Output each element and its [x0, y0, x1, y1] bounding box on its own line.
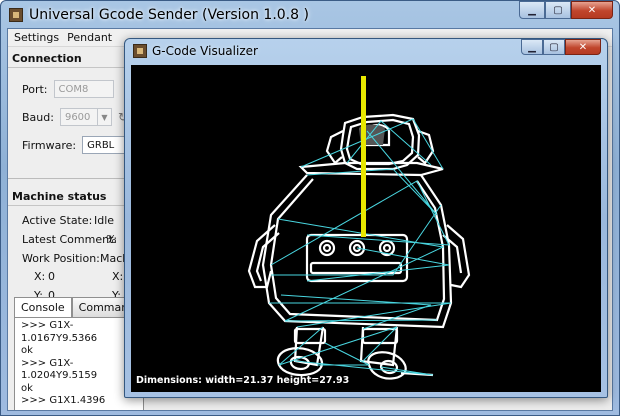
chevron-down-icon: ▼ — [96, 109, 111, 125]
app-icon — [9, 8, 23, 22]
latest-comment-value: % — [106, 233, 117, 246]
latest-comment-label: Latest Comment: — [22, 233, 118, 246]
active-state-value: Idle — [94, 214, 115, 227]
divider — [8, 205, 130, 206]
baud-value: 9600 — [64, 111, 91, 123]
visualizer-title-bar[interactable]: G-Code Visualizer — [133, 42, 258, 60]
firmware-label: Firmware: — [22, 138, 77, 152]
machine-status-panel: Machine status Active State: Idle Latest… — [8, 187, 132, 319]
visualizer-canvas[interactable]: Dimensions: width=21.37 height=27.93 — [131, 65, 601, 392]
port-label: Port: — [22, 82, 48, 96]
divider — [8, 67, 130, 68]
active-state-label: Active State: — [22, 214, 93, 227]
maximize-button[interactable]: ▢ — [545, 1, 571, 19]
minimize-button[interactable]: ▁ — [519, 1, 545, 19]
port-row: Port: COM8 — [22, 80, 114, 98]
work-position-label: Work Position: — [22, 252, 100, 265]
minimize-icon: ▁ — [528, 41, 536, 53]
dimensions-readout: Dimensions: width=21.37 height=27.93 — [136, 375, 350, 386]
visualizer-title: G-Code Visualizer — [152, 44, 258, 58]
connection-panel: Connection Port: COM8 Baud: 9600 ▼ ↻ Fir… — [8, 49, 143, 179]
close-icon: ✕ — [578, 41, 588, 53]
main-caption-buttons: ▁ ▢ ✕ — [519, 1, 613, 19]
work-x-value: 0 — [48, 270, 55, 283]
port-field[interactable]: COM8 — [53, 80, 114, 98]
baud-row: Baud: 9600 ▼ ↻ — [22, 108, 128, 126]
visualizer-caption-buttons: ▁ ▢ ✕ — [521, 39, 601, 55]
menu-pendant[interactable]: Pendant — [67, 31, 112, 44]
tab-console[interactable]: Console — [14, 297, 72, 317]
close-icon: ✕ — [587, 4, 597, 16]
connection-title: Connection — [12, 52, 82, 65]
main-window-title: Universal Gcode Sender (Version 1.0.8 ) — [29, 7, 309, 23]
visualizer-close-button[interactable]: ✕ — [565, 39, 601, 55]
minimize-icon: ▁ — [528, 4, 536, 16]
visualizer-maximize-button[interactable]: ▢ — [543, 39, 565, 55]
gcode-visualizer-window: G-Code Visualizer ▁ ▢ ✕ Dimensions: widt… — [124, 38, 608, 398]
console-line: ok — [21, 382, 33, 394]
console-line: >>> G1X1.4396 — [21, 395, 106, 406]
baud-select[interactable]: 9600 ▼ — [59, 108, 112, 126]
work-x-label: X: — [34, 270, 46, 283]
main-title-bar[interactable]: Universal Gcode Sender (Version 1.0.8 ) — [9, 5, 309, 25]
tool-position-marker — [361, 76, 366, 237]
console-line: >>> G1X-1.0167Y9.5366 — [21, 320, 98, 344]
app-icon — [133, 44, 147, 58]
maximize-icon: ▢ — [549, 41, 559, 53]
gcode-toolpath-drawing — [247, 76, 471, 380]
maximize-icon: ▢ — [553, 4, 563, 16]
baud-label: Baud: — [22, 110, 54, 124]
console-line: >>> G1X-1.0204Y9.5159 — [21, 357, 98, 382]
visualizer-minimize-button[interactable]: ▁ — [521, 39, 543, 55]
machine-x-label: X: — [112, 270, 124, 283]
close-button[interactable]: ✕ — [571, 1, 613, 19]
machine-status-title: Machine status — [12, 190, 107, 203]
console-line: ok — [21, 345, 33, 356]
menu-settings[interactable]: Settings — [14, 31, 59, 44]
